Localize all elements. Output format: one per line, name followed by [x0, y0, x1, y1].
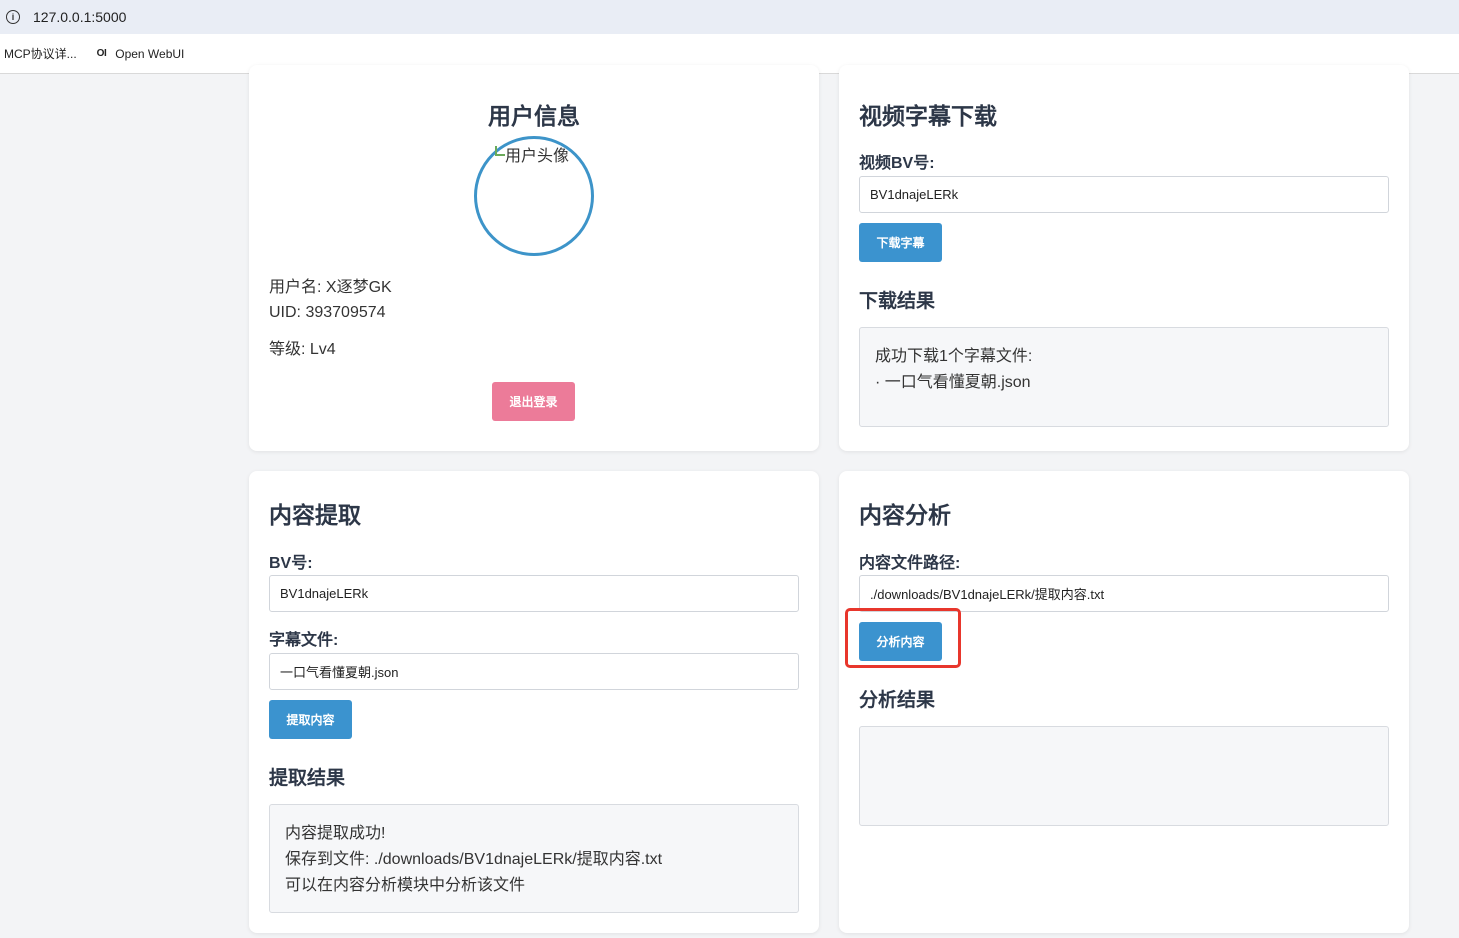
url-text[interactable]: 127.0.0.1:5000 — [33, 9, 126, 25]
bv-label: BV号: — [269, 555, 313, 572]
result-line: · 一口气看懂夏朝.json — [875, 374, 1031, 391]
result-line: 保存到文件: ./downloads/BV1dnajeLERk/提取内容.txt — [285, 851, 663, 868]
extract-bv-input[interactable] — [269, 575, 799, 612]
result-line: 可以在内容分析模块中分析该文件 — [285, 877, 526, 894]
content-path-label: 内容文件路径: — [859, 555, 961, 572]
logout-button[interactable]: 退出登录 — [492, 382, 575, 421]
open-webui-icon: OI — [96, 48, 107, 59]
analyze-content-button[interactable]: 分析内容 — [859, 622, 942, 661]
broken-image-icon — [495, 146, 505, 156]
user-info-title: 用户信息 — [488, 103, 580, 129]
username-text: 用户名: X逐梦GK — [269, 279, 392, 296]
uid-text: UID: 393709574 — [269, 304, 386, 321]
level-text: 等级: Lv4 — [269, 341, 336, 358]
bookmark-mcp[interactable]: MCP协议详... — [4, 45, 77, 62]
address-bar[interactable]: i 127.0.0.1:5000 — [0, 0, 1459, 34]
result-line: 成功下载1个字幕文件: — [875, 348, 1033, 365]
subtitle-file-label: 字幕文件: — [269, 632, 339, 649]
user-info-card: 用户信息 用户头像 用户名: X逐梦GK UID: 393709574 等级: … — [249, 65, 819, 451]
subtitle-download-card: 视频字幕下载 视频BV号: 下载字幕 下载结果 成功下载1个字幕文件: · 一口… — [839, 65, 1409, 451]
bookmark-label: Open WebUI — [115, 46, 185, 61]
bv-input[interactable] — [859, 176, 1389, 213]
download-result-title: 下载结果 — [859, 291, 936, 312]
subtitle-file-input[interactable] — [269, 653, 799, 690]
extract-result-title: 提取结果 — [269, 768, 346, 789]
bookmark-label: MCP协议详... — [4, 47, 77, 61]
download-result-box: 成功下载1个字幕文件: · 一口气看懂夏朝.json — [859, 327, 1389, 427]
page: 用户信息 用户头像 用户名: X逐梦GK UID: 393709574 等级: … — [0, 65, 1459, 938]
bv-label: 视频BV号: — [859, 155, 935, 172]
subtitle-download-title: 视频字幕下载 — [859, 103, 997, 129]
site-info-icon[interactable]: i — [6, 10, 20, 24]
analysis-result-title: 分析结果 — [859, 690, 936, 711]
extract-content-button[interactable]: 提取内容 — [269, 700, 352, 739]
download-subtitle-button[interactable]: 下载字幕 — [859, 223, 942, 262]
content-extract-card: 内容提取 BV号: 字幕文件: 提取内容 提取结果 内容提取成功! 保存到文件:… — [249, 471, 819, 933]
content-extract-title: 内容提取 — [269, 502, 361, 528]
content-path-input[interactable] — [859, 575, 1389, 612]
extract-result-box: 内容提取成功! 保存到文件: ./downloads/BV1dnajeLERk/… — [269, 804, 799, 913]
content-analysis-card: 内容分析 内容文件路径: 分析内容 分析结果 — [839, 471, 1409, 933]
user-avatar: 用户头像 — [474, 136, 594, 256]
avatar-alt-text: 用户头像 — [505, 148, 570, 165]
result-line: 内容提取成功! — [285, 825, 386, 842]
bookmark-open-webui[interactable]: OI Open WebUI — [97, 47, 185, 61]
analysis-result-box — [859, 726, 1389, 826]
content-analysis-title: 内容分析 — [859, 502, 951, 528]
